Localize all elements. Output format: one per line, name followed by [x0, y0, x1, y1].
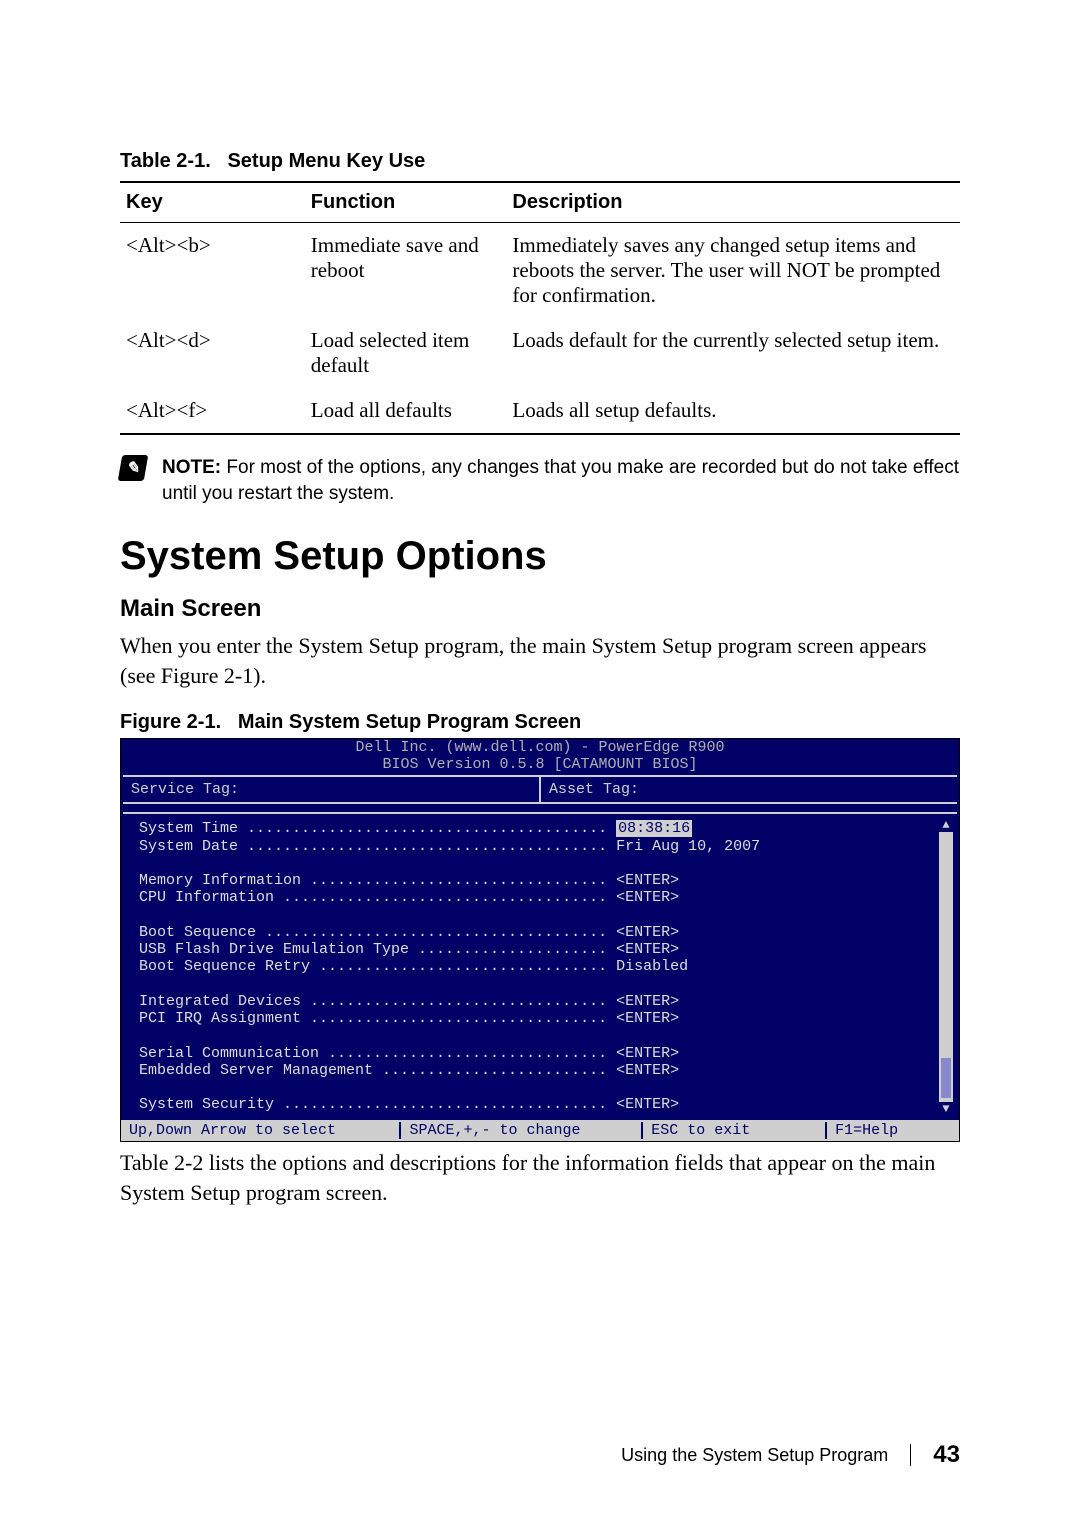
- cell-key: <Alt><f>: [120, 388, 305, 434]
- table-caption-prefix: Table 2-1.: [120, 150, 211, 172]
- bios-line: Embedded Server Management .............…: [139, 1062, 679, 1079]
- table-row: <Alt><f> Load all defaults Loads all set…: [120, 388, 960, 434]
- page-footer-separator: [910, 1444, 911, 1466]
- bios-line: USB Flash Drive Emulation Type .........…: [139, 941, 679, 958]
- section-title: System Setup Options: [120, 534, 960, 579]
- note-icon: ✎: [118, 455, 149, 481]
- table-caption-text: Setup Menu Key Use: [227, 150, 425, 172]
- note-block: ✎ NOTE: For most of the options, any cha…: [120, 455, 960, 506]
- cell-func: Load selected item default: [305, 318, 507, 388]
- cell-desc: Loads default for the currently selected…: [506, 318, 960, 388]
- note-body: For most of the options, any changes tha…: [162, 457, 959, 504]
- note-text: NOTE: For most of the options, any chang…: [162, 455, 960, 506]
- bios-line: Boot Sequence Retry ....................…: [139, 958, 688, 975]
- bios-scrollbar[interactable]: ▲ ▼: [939, 818, 953, 1115]
- bios-footer-nav: Up,Down Arrow to select: [129, 1122, 399, 1139]
- figure-caption: Figure 2-1. Main System Setup Program Sc…: [120, 711, 960, 734]
- page-footer-label: Using the System Setup Program: [621, 1445, 888, 1466]
- bios-menu-column: System Time ............................…: [123, 814, 939, 1119]
- bios-footer-exit: ESC to exit: [641, 1122, 825, 1139]
- bios-line: Memory Information .....................…: [139, 872, 679, 889]
- bios-line: Serial Communication ...................…: [139, 1045, 679, 1062]
- bios-line: PCI IRQ Assignment .....................…: [139, 1010, 679, 1027]
- cell-func: Load all defaults: [305, 388, 507, 434]
- bios-tag-row: Service Tag: Asset Tag:: [123, 775, 957, 804]
- bios-body-area: System Time ............................…: [123, 812, 957, 1119]
- subsection-title: Main Screen: [120, 595, 960, 623]
- table-caption: Table 2-1. Setup Menu Key Use: [120, 150, 960, 173]
- section-para: When you enter the System Setup program,…: [120, 631, 960, 690]
- setup-keys-table: Key Function Description <Alt><b> Immedi…: [120, 181, 960, 435]
- bios-service-tag-label: Service Tag:: [123, 777, 541, 802]
- th-function: Function: [305, 182, 507, 223]
- bios-screenshot: Dell Inc. (www.dell.com) - PowerEdge R90…: [120, 738, 960, 1142]
- scrollbar-down-icon[interactable]: ▼: [939, 1102, 953, 1116]
- note-label: NOTE:: [162, 457, 221, 478]
- cell-key: <Alt><b>: [120, 223, 305, 319]
- figure-caption-text: Main System Setup Program Screen: [238, 711, 581, 733]
- figure-caption-prefix: Figure 2-1.: [120, 711, 221, 733]
- bios-header-line1: Dell Inc. (www.dell.com) - PowerEdge R90…: [121, 739, 959, 756]
- scrollbar-thumb[interactable]: [941, 1058, 951, 1098]
- after-figure-para: Table 2-2 lists the options and descript…: [120, 1148, 960, 1207]
- th-description: Description: [506, 182, 960, 223]
- bios-header-line2: BIOS Version 0.5.8 [CATAMOUNT BIOS]: [121, 756, 959, 773]
- scrollbar-up-icon[interactable]: ▲: [939, 818, 953, 832]
- cell-desc: Loads all setup defaults.: [506, 388, 960, 434]
- bios-system-time-value[interactable]: 08:38:16: [616, 820, 692, 837]
- cell-desc: Immediately saves any changed setup item…: [506, 223, 960, 319]
- page-footer: Using the System Setup Program 43: [621, 1441, 960, 1469]
- bios-footer-change: SPACE,+,- to change: [399, 1122, 641, 1139]
- bios-asset-tag-label: Asset Tag:: [541, 777, 957, 802]
- bios-footer-help: F1=Help: [825, 1122, 951, 1139]
- bios-line: Integrated Devices .....................…: [139, 993, 679, 1010]
- table-header-row: Key Function Description: [120, 182, 960, 223]
- bios-line: Boot Sequence ..........................…: [139, 924, 679, 941]
- th-key: Key: [120, 182, 305, 223]
- bios-line: System Security ........................…: [139, 1096, 679, 1113]
- cell-func: Immediate save and reboot: [305, 223, 507, 319]
- bios-line: CPU Information ........................…: [139, 889, 679, 906]
- table-row: <Alt><b> Immediate save and reboot Immed…: [120, 223, 960, 319]
- table-row: <Alt><d> Load selected item default Load…: [120, 318, 960, 388]
- cell-key: <Alt><d>: [120, 318, 305, 388]
- bios-footer: Up,Down Arrow to select SPACE,+,- to cha…: [121, 1120, 959, 1141]
- bios-line: System Time ............................…: [139, 820, 607, 837]
- bios-line: System Date ............................…: [139, 838, 760, 855]
- page-number: 43: [933, 1441, 960, 1469]
